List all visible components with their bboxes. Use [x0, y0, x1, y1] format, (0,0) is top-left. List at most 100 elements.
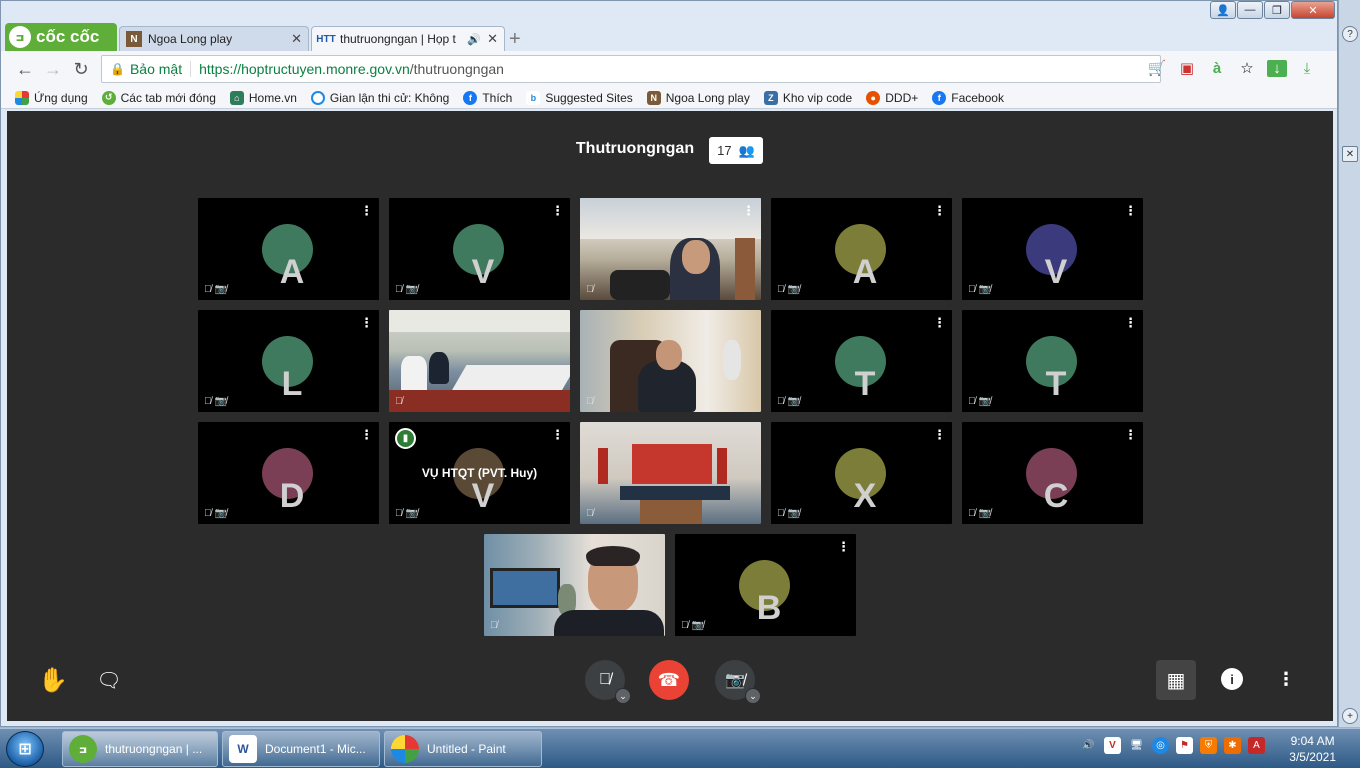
- maximize-button[interactable]: ❐: [1264, 1, 1290, 19]
- taskbar-item-paint[interactable]: Untitled - Paint: [384, 731, 542, 767]
- speaker-icon[interactable]: 🔊: [467, 33, 481, 46]
- close-panel-icon[interactable]: ✕: [1342, 146, 1358, 162]
- bookmark-home-vn[interactable]: ⌂ Home.vn: [229, 90, 297, 105]
- tile-menu-icon[interactable]: ⋮: [360, 316, 373, 329]
- tile-menu-icon[interactable]: ⋮: [1124, 428, 1137, 441]
- participant-tile[interactable]: V 🎙̸ 📷̸ ⋮: [389, 198, 570, 300]
- acrobat-icon[interactable]: A: [1248, 737, 1265, 754]
- participant-tile[interactable]: 🎙̸: [484, 534, 665, 636]
- connection-icon[interactable]: ▮: [395, 428, 416, 449]
- participant-tile[interactable]: D 🎙̸ 📷̸ ⋮: [198, 422, 379, 524]
- tile-menu-icon[interactable]: ⋮: [360, 204, 373, 217]
- bookmark-label: Ứng dụng: [34, 90, 88, 105]
- camera-options-icon[interactable]: ⌄: [745, 688, 761, 704]
- side-strip: ? ✕ +: [1338, 0, 1360, 727]
- new-tab-icon[interactable]: +: [509, 28, 521, 51]
- bookmark-thich[interactable]: f Thích: [463, 90, 512, 105]
- minimize-button[interactable]: —: [1237, 1, 1263, 19]
- camera-off-icon: 📷̸: [787, 396, 800, 407]
- close-button[interactable]: ✕: [1291, 1, 1335, 19]
- taskbar-item-word[interactable]: W Document1 - Mic...: [222, 731, 380, 767]
- coccoc-logo[interactable]: ߏ cốc cốc: [5, 23, 117, 51]
- globe-icon[interactable]: ◎: [1152, 737, 1169, 754]
- tile-menu-icon[interactable]: ⋮: [933, 316, 946, 329]
- bookmark-ngoa-long[interactable]: N Ngoa Long play: [646, 90, 750, 105]
- bookmark-ddd[interactable]: ● DDD+: [866, 90, 918, 105]
- participant-tile[interactable]: B 🎙̸ 📷̸ ⋮: [675, 534, 856, 636]
- participant-tile[interactable]: T 🎙̸ 📷̸ ⋮: [771, 310, 952, 412]
- participant-tile[interactable]: V 🎙̸ 📷̸ ⋮: [962, 198, 1143, 300]
- tile-menu-icon[interactable]: ⋮: [933, 204, 946, 217]
- participant-tile[interactable]: 🎙̸: [389, 310, 570, 412]
- tile-menu-icon[interactable]: ⋮: [360, 428, 373, 441]
- user-icon[interactable]: 👤: [1210, 1, 1236, 19]
- address-bar[interactable]: 🔒 Bảo mật https://hoptructuyen.monre.gov…: [101, 55, 1161, 83]
- mic-options-icon[interactable]: ⌄: [615, 688, 631, 704]
- mic-muted-icon: 🎙̸: [586, 508, 594, 519]
- more-icon[interactable]: ⋮: [1277, 667, 1295, 691]
- translate-icon[interactable]: à: [1207, 60, 1227, 77]
- tile-menu-icon[interactable]: ⋮: [1124, 316, 1137, 329]
- close-tab-icon[interactable]: ✕: [487, 31, 498, 47]
- bookmark-apps[interactable]: Ứng dụng: [15, 90, 88, 105]
- participant-tile[interactable]: 🎙̸: [580, 422, 761, 524]
- participant-count[interactable]: 17 👥: [709, 137, 763, 164]
- participant-tile[interactable]: A 🎙̸ 📷̸ ⋮: [198, 198, 379, 300]
- participant-tile[interactable]: A 🎙̸ 📷̸ ⋮: [771, 198, 952, 300]
- browser-window: 👤 — ❐ ✕ ߏ cốc cốc N Ngoa Long play ✕ HTT…: [0, 0, 1338, 727]
- bookmark-gian-lan[interactable]: Gian lận thi cử: Không: [310, 90, 449, 105]
- tile-menu-icon[interactable]: ⋮: [551, 428, 564, 441]
- hangup-button[interactable]: ☎: [649, 660, 689, 700]
- tab-thutruongngan[interactable]: HTT thutruongngan | Họp t 🔊 ✕: [311, 26, 505, 51]
- forward-icon[interactable]: →: [39, 59, 67, 80]
- participant-tile[interactable]: 🎙̸ ⋮: [580, 198, 761, 300]
- camera-off-icon: 📷̸: [787, 284, 800, 295]
- taskbar-item-coccoc[interactable]: ߏ thutruongngan | ...: [62, 731, 218, 767]
- downloads-icon[interactable]: ⤓: [1297, 60, 1317, 77]
- star-icon[interactable]: ☆: [1237, 59, 1257, 77]
- camera-off-icon: 📷̸: [978, 508, 991, 519]
- help-icon[interactable]: ?: [1342, 26, 1358, 42]
- bookmark-kho-vip-code[interactable]: Z Kho vip code: [763, 90, 852, 105]
- block-icon[interactable]: ▣: [1177, 59, 1197, 77]
- start-button[interactable]: ⊞: [6, 731, 44, 767]
- mic-toggle-button[interactable]: 🎙̸ ⌄: [585, 660, 631, 704]
- flag-icon[interactable]: ⚑: [1176, 737, 1193, 754]
- camera-toggle-button[interactable]: 📷̸ ⌄: [715, 660, 761, 704]
- mic-muted-icon: 🎙̸: [395, 508, 403, 519]
- tile-menu-icon[interactable]: ⋮: [742, 204, 755, 217]
- reload-icon[interactable]: ↻: [67, 59, 95, 80]
- info-icon[interactable]: i: [1221, 668, 1243, 690]
- clock[interactable]: 9:04 AM 3/5/2021: [1289, 733, 1336, 765]
- app-icon[interactable]: ✱: [1224, 737, 1241, 754]
- tile-view-button[interactable]: ▦: [1156, 660, 1196, 700]
- chat-icon[interactable]: 🗨: [93, 664, 125, 696]
- tile-menu-icon[interactable]: ⋮: [933, 428, 946, 441]
- bookmark-recent-tabs[interactable]: ↺ Các tab mới đóng: [101, 90, 216, 105]
- participant-tile[interactable]: X 🎙̸ 📷̸ ⋮: [771, 422, 952, 524]
- participant-tile[interactable]: L 🎙̸ 📷̸ ⋮: [198, 310, 379, 412]
- close-tab-icon[interactable]: ✕: [291, 31, 302, 47]
- title-bar: 👤 — ❐ ✕: [1, 1, 1337, 23]
- bookmark-suggested-sites[interactable]: b Suggested Sites: [526, 90, 633, 105]
- bookmark-label: Các tab mới đóng: [120, 90, 216, 105]
- unikey-icon[interactable]: V: [1104, 737, 1121, 754]
- shield-icon[interactable]: ⛨: [1200, 737, 1217, 754]
- security-indicator[interactable]: 🔒 Bảo mật: [102, 61, 192, 77]
- participant-tile[interactable]: C 🎙̸ 📷̸ ⋮: [962, 422, 1143, 524]
- bookmark-facebook[interactable]: f Facebook: [932, 90, 1004, 105]
- add-icon[interactable]: +: [1342, 708, 1358, 724]
- network-icon[interactable]: 🖥: [1128, 737, 1145, 754]
- participant-tile[interactable]: T 🎙̸ 📷̸ ⋮: [962, 310, 1143, 412]
- cart-icon[interactable]: 🛒: [1147, 59, 1167, 77]
- tile-menu-icon[interactable]: ⋮: [551, 204, 564, 217]
- tile-menu-icon[interactable]: ⋮: [837, 540, 850, 553]
- tab-ngoa-long[interactable]: N Ngoa Long play ✕: [119, 26, 309, 51]
- tile-menu-icon[interactable]: ⋮: [1124, 204, 1137, 217]
- participant-tile[interactable]: V ▮ VỤ HTQT (PVT. Huy) 🎙̸ 📷̸ ⋮: [389, 422, 570, 524]
- hand-icon[interactable]: ✋: [37, 664, 69, 696]
- volume-icon[interactable]: 🔊: [1080, 737, 1097, 754]
- participant-tile[interactable]: 🎙̸: [580, 310, 761, 412]
- back-icon[interactable]: ←: [11, 59, 39, 80]
- download-icon[interactable]: ↓: [1267, 59, 1287, 77]
